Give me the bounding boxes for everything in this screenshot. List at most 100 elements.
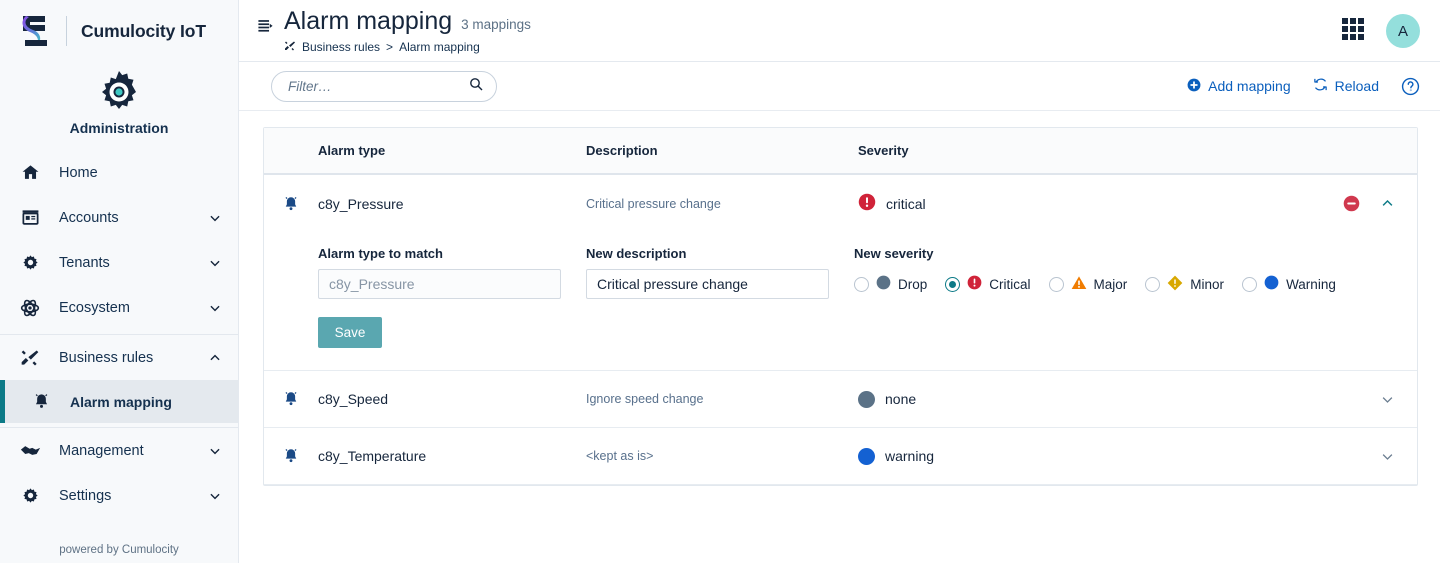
severity-option-label: Minor [1190,276,1225,292]
cell-description: <kept as is> [586,449,654,463]
avatar[interactable]: A [1386,14,1420,48]
breadcrumb: Business rules > Alarm mapping [284,40,531,55]
cumulocity-logo [18,13,52,49]
mapping-count: 3 mappings [461,17,531,32]
collapse-sidebar-icon[interactable] [257,8,274,55]
sidebar-item-label: Accounts [59,209,119,226]
major-triangle-icon [1071,275,1087,294]
top-header: Alarm mapping 3 mappings Business rules … [239,0,1440,62]
mappings-card: Alarm type Description Severity c8y_Pres… [263,127,1418,486]
chevron-down-icon [208,256,222,270]
severity-option-warning[interactable]: Warning [1242,275,1336,293]
sidebar-item-label: Alarm mapping [70,393,172,410]
radio-critical[interactable] [945,276,961,292]
filter-box[interactable] [271,70,497,102]
help-circle-icon[interactable] [1401,77,1420,96]
table-row[interactable]: c8y_Temperature <kept as is> warning [264,428,1417,485]
severity-label: New severity [854,246,934,261]
sidebar-item-label: Home [59,164,98,181]
severity-label: warning [885,448,935,464]
column-header-description: Description [586,143,658,158]
chevron-down-icon [208,489,222,503]
critical-icon [967,275,982,293]
radio-warning[interactable] [1242,276,1258,292]
description-field-group: New description [586,246,829,299]
add-mapping-button[interactable]: Add mapping [1187,78,1291,95]
radio-major[interactable] [1048,276,1064,292]
radio-drop[interactable] [854,276,869,292]
sidebar-item-home[interactable]: Home [0,150,238,195]
gear-icon [95,68,143,116]
column-header-alarm-type: Alarm type [318,143,386,158]
description-label: New description [586,246,687,261]
table-row[interactable]: c8y_Speed Ignore speed change none [264,371,1417,428]
warning-dot-icon [858,447,875,465]
critical-icon [858,193,876,214]
severity-option-critical[interactable]: Critical [945,275,1031,293]
reload-button[interactable]: Reload [1313,77,1379,95]
sidebar-item-settings[interactable]: Settings [0,473,238,518]
sidebar-item-label: Settings [59,487,112,504]
bell-icon [264,195,318,213]
accounts-icon [19,208,41,227]
cell-alarm-type: c8y_Pressure [318,195,404,212]
bell-icon [264,447,318,465]
alarm-type-input[interactable] [318,269,561,299]
severity-field-group: New severity Drop Critical Major Minor W… [854,246,1336,299]
cell-severity: none [858,390,1297,408]
severity-option-major[interactable]: Major [1048,275,1127,294]
sidebar-item-label: Ecosystem [59,299,130,316]
business-rules-icon [284,40,296,55]
chevron-down-icon[interactable] [1380,392,1395,407]
sidebar-item-alarm-mapping[interactable]: Alarm mapping [0,380,238,423]
severity-option-drop[interactable]: Drop [854,275,927,293]
chevron-down-icon [208,444,222,458]
search-input[interactable] [288,78,468,94]
page-header: Alarm mapping 3 mappings Business rules … [257,0,1340,55]
sidebar-item-ecosystem[interactable]: Ecosystem [0,285,238,330]
cell-severity: warning [858,447,1297,465]
chevron-down-icon [208,211,222,225]
table-row[interactable]: c8y_Pressure Critical pressure change cr… [264,175,1417,232]
sidebar-item-accounts[interactable]: Accounts [0,195,238,240]
save-button[interactable]: Save [318,317,382,348]
remove-circle-icon[interactable] [1343,195,1360,212]
table-header-row: Alarm type Description Severity [264,128,1417,175]
chevron-up-icon[interactable] [1380,196,1395,211]
severity-option-label: Drop [898,276,928,292]
brand-divider [66,16,67,46]
gear-icon [19,486,41,505]
main-area: Alarm mapping 3 mappings Business rules … [239,0,1440,563]
mapping-edit-form: Alarm type to match New description New … [264,232,1417,371]
add-mapping-label: Add mapping [1208,78,1291,94]
sidebar-item-management[interactable]: Management [0,428,238,473]
reload-label: Reload [1334,78,1379,94]
radio-minor[interactable] [1145,276,1161,292]
severity-label: critical [886,195,926,212]
breadcrumb-item-business-rules[interactable]: Business rules [302,40,380,54]
chevron-up-icon [208,351,222,365]
severity-option-label: Critical [989,276,1031,292]
cell-alarm-type: c8y_Speed [318,391,389,407]
ecosystem-icon [19,298,41,318]
sidebar: Cumulocity IoT Administration Home Accou… [0,0,239,563]
business-rules-icon [19,348,41,368]
search-icon[interactable] [468,76,484,97]
cell-alarm-type: c8y_Temperature [318,448,427,464]
sidebar-item-label: Management [59,442,144,459]
gear-icon [19,253,41,272]
reload-icon [1313,77,1328,95]
sidebar-item-label: Tenants [59,254,110,271]
minor-diamond-icon [1167,275,1183,294]
cell-description: Critical pressure change [586,196,721,211]
sidebar-item-tenants[interactable]: Tenants [0,240,238,285]
breadcrumb-separator: > [386,40,394,54]
description-input[interactable] [586,269,829,299]
app-switcher-icon[interactable] [1340,16,1366,47]
chevron-down-icon[interactable] [1380,449,1395,464]
breadcrumb-item-alarm-mapping[interactable]: Alarm mapping [399,40,480,54]
sidebar-item-business-rules[interactable]: Business rules [0,335,238,380]
severity-option-minor[interactable]: Minor [1145,275,1224,294]
drop-dot-icon [876,275,891,293]
application-identity: Administration [0,62,238,150]
